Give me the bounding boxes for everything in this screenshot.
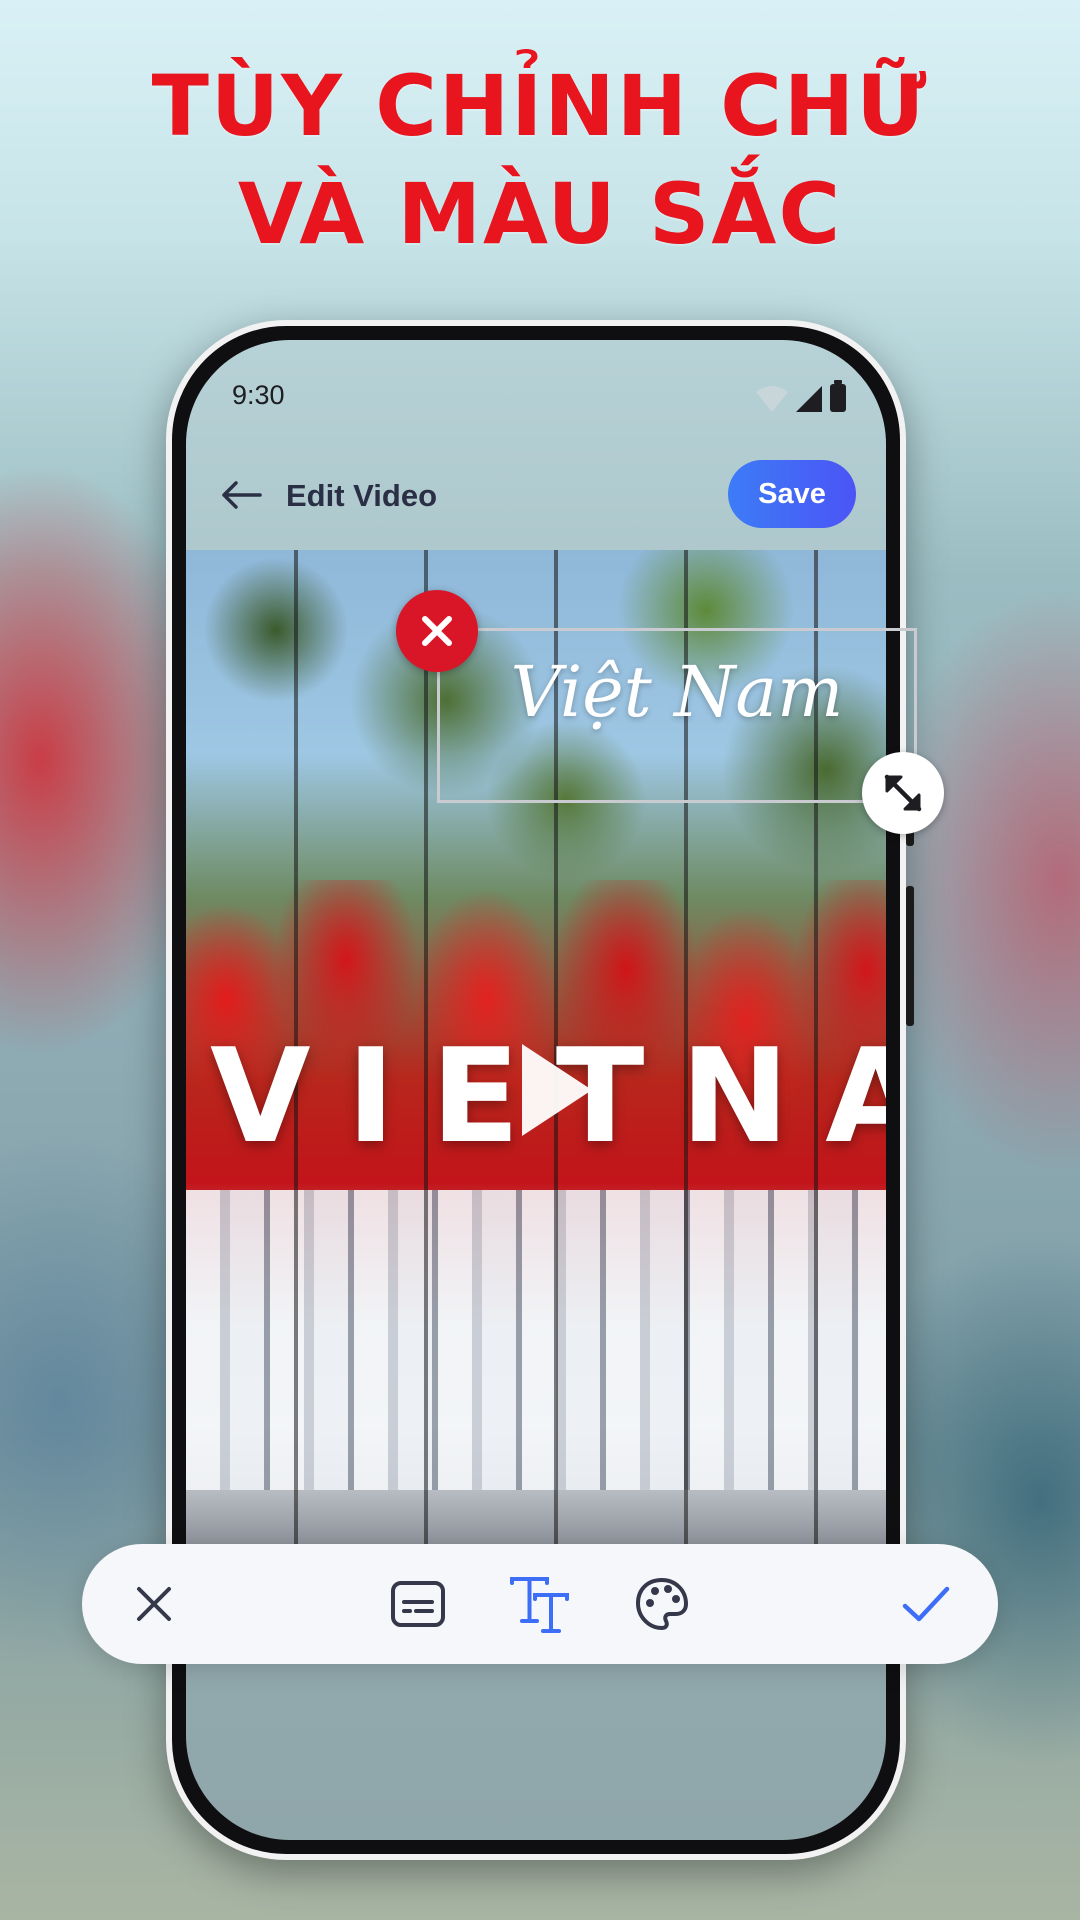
toolbar-close-button[interactable] — [122, 1572, 186, 1636]
close-icon — [422, 616, 452, 646]
page-title: Edit Video — [286, 478, 438, 513]
battery-icon — [830, 380, 846, 412]
sticker-resize-handle[interactable] — [862, 752, 944, 834]
wifi-icon — [756, 386, 788, 412]
status-icons — [756, 380, 846, 412]
app-bar: Edit Video Save — [186, 460, 886, 530]
signal-icon — [796, 386, 822, 412]
save-button[interactable]: Save — [728, 460, 856, 528]
text-sticker[interactable]: Việt Nam — [437, 628, 917, 803]
text-style-icon — [510, 1577, 569, 1633]
headline-line-2: VÀ MÀU SẮC — [237, 165, 843, 263]
toolbar-text-style-button[interactable] — [508, 1572, 572, 1636]
phone-volume-button — [906, 886, 914, 1026]
edit-toolbar — [82, 1544, 998, 1664]
headline-line-1: TÙY CHỈNH CHỮ — [151, 57, 929, 155]
status-bar: 9:30 — [186, 380, 886, 420]
resize-icon — [884, 774, 922, 812]
arrow-left-icon — [222, 481, 262, 509]
toolbar-subtitle-button[interactable] — [386, 1572, 450, 1636]
headline: TÙY CHỈNH CHỮ VÀ MÀU SẮC — [0, 52, 1080, 268]
check-icon — [902, 1586, 950, 1622]
status-time: 9:30 — [232, 380, 285, 410]
play-icon[interactable] — [516, 1040, 596, 1140]
palette-icon — [636, 1578, 688, 1630]
toolbar-confirm-button[interactable] — [894, 1572, 958, 1636]
sticker-delete-button[interactable] — [396, 590, 478, 672]
text-sticker-label: Việt Nam — [510, 651, 844, 733]
toolbar-palette-button[interactable] — [630, 1572, 694, 1636]
subtitle-icon — [391, 1581, 445, 1627]
back-button[interactable] — [216, 472, 266, 518]
close-icon — [137, 1587, 171, 1621]
